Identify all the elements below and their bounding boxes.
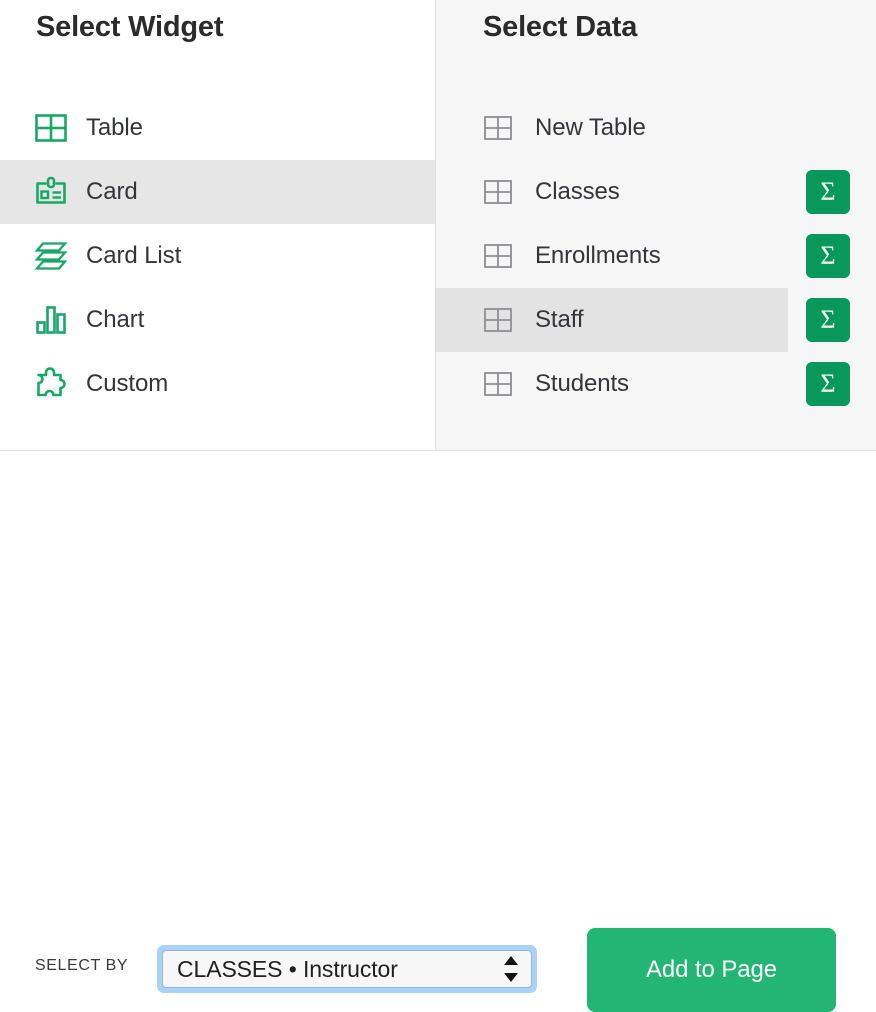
select-by-dropdown[interactable]: CLASSES • Instructor	[157, 945, 537, 993]
widget-picker-dialog: Select Widget Table Card Card List Chart…	[0, 0, 876, 1012]
data-option-label: Students	[535, 370, 629, 397]
puzzle-piece-icon	[34, 367, 68, 401]
data-option-label: New Table	[535, 114, 646, 141]
data-option-classes[interactable]: Classes Σ	[436, 160, 876, 224]
summary-table-button[interactable]: Σ	[806, 234, 850, 278]
bar-chart-icon	[34, 303, 68, 337]
panels-container: Select Widget Table Card Card List Chart…	[0, 0, 876, 451]
card-stack-icon	[34, 239, 68, 273]
summary-table-button[interactable]: Σ	[806, 362, 850, 406]
widget-option-card-list[interactable]: Card List	[0, 224, 435, 288]
select-widget-title: Select Widget	[36, 11, 224, 43]
chevron-updown-icon	[504, 954, 518, 984]
table-grid-icon	[481, 303, 515, 337]
widget-option-label: Card List	[86, 242, 182, 269]
table-grid-icon	[481, 111, 515, 145]
widget-option-label: Table	[86, 114, 143, 141]
dialog-footer: SELECT BY CLASSES • Instructor Add to Pa…	[0, 451, 876, 1012]
data-option-students[interactable]: Students Σ	[436, 352, 876, 416]
widget-option-label: Card	[86, 178, 138, 205]
widget-option-list: Table Card Card List Chart Custom	[0, 96, 435, 416]
widget-option-custom[interactable]: Custom	[0, 352, 435, 416]
select-by-value: CLASSES • Instructor	[177, 955, 398, 982]
id-card-icon	[34, 175, 68, 209]
select-widget-panel: Select Widget Table Card Card List Chart…	[0, 0, 436, 450]
summary-table-button[interactable]: Σ	[806, 298, 850, 342]
data-option-label: Classes	[535, 178, 620, 205]
add-to-page-button[interactable]: Add to Page	[587, 928, 836, 1012]
table-grid-icon	[34, 111, 68, 145]
data-option-list: New Table Classes Σ Enrollments Σ Staff …	[436, 96, 876, 416]
data-option-enrollments[interactable]: Enrollments Σ	[436, 224, 876, 288]
table-grid-icon	[481, 367, 515, 401]
widget-option-label: Custom	[86, 370, 169, 397]
select-data-panel: Select Data New Table Classes Σ Enrollme…	[436, 0, 876, 450]
data-option-staff[interactable]: Staff Σ	[436, 288, 876, 352]
select-by-label: SELECT BY	[35, 957, 129, 974]
select-by-dropdown-inner[interactable]: CLASSES • Instructor	[162, 950, 532, 988]
data-option-label: Enrollments	[535, 242, 661, 269]
widget-option-label: Chart	[86, 306, 145, 333]
widget-option-card[interactable]: Card	[0, 160, 435, 224]
table-grid-icon	[481, 175, 515, 209]
data-option-label: Staff	[535, 306, 584, 333]
data-option-new-table[interactable]: New Table	[436, 96, 876, 160]
table-grid-icon	[481, 239, 515, 273]
select-data-title: Select Data	[483, 11, 638, 43]
widget-option-table[interactable]: Table	[0, 96, 435, 160]
widget-option-chart[interactable]: Chart	[0, 288, 435, 352]
summary-table-button[interactable]: Σ	[806, 170, 850, 214]
